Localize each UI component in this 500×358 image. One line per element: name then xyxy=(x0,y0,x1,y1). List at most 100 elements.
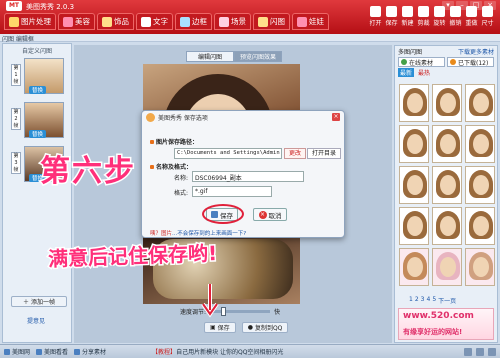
qq-icon: ● xyxy=(247,324,253,331)
frame-item[interactable]: 第2帧 替换 xyxy=(7,100,69,140)
new-button[interactable]: 新建 xyxy=(401,6,414,27)
tab-online-materials[interactable]: 在线素材 xyxy=(398,57,445,67)
material-thumbnail[interactable] xyxy=(399,166,429,204)
disk-icon: ▣ xyxy=(210,324,216,331)
open-button[interactable]: 打开 xyxy=(369,6,382,27)
heart-icon xyxy=(63,16,73,27)
materials-filter: 最新 最热 xyxy=(395,67,497,78)
download-more-link[interactable]: 下载更多素材 xyxy=(458,47,494,56)
next-page-link[interactable]: 下一页 xyxy=(438,296,456,305)
size-button[interactable]: 尺寸 xyxy=(481,6,494,27)
page-link[interactable]: 1 xyxy=(409,296,413,305)
frames-panel-title: 自定义闪图 xyxy=(21,48,52,55)
close-icon[interactable]: × xyxy=(332,113,340,121)
page-link[interactable]: 2 xyxy=(415,296,419,305)
feedback-link[interactable]: 提意见 xyxy=(27,316,45,325)
tab-accessories[interactable]: 饰品 xyxy=(97,13,134,30)
material-thumbnail[interactable] xyxy=(465,166,495,204)
globe-icon xyxy=(401,59,407,65)
app-logo: MT xyxy=(6,1,22,11)
page-link[interactable]: 4 xyxy=(426,296,430,305)
tab-downloaded[interactable]: 已下载(12) xyxy=(447,57,494,67)
dialog-cancel-button[interactable]: × 取消 xyxy=(253,208,287,221)
material-thumbnail[interactable] xyxy=(432,248,462,286)
filter-newest[interactable]: 最新 xyxy=(398,68,415,77)
material-thumbnail[interactable] xyxy=(465,207,495,245)
tab-scene[interactable]: 场景 xyxy=(214,13,251,30)
save-flash-button[interactable]: ▣ 保存 xyxy=(204,322,236,333)
material-thumbnail[interactable] xyxy=(432,84,462,122)
material-thumbnail[interactable] xyxy=(399,248,429,286)
dialog-tip: 咦？图片...不会保存到的上来画面一下? xyxy=(150,231,247,237)
settings-icon[interactable] xyxy=(476,348,484,356)
fullscreen-icon[interactable] xyxy=(488,348,496,356)
status-message[interactable]: 【教程】自己用片新模块 让你的QQ空间相册闪光 xyxy=(152,347,283,356)
replace-button[interactable]: 替换 xyxy=(29,86,47,94)
rotate-button[interactable]: 旋转 xyxy=(433,6,446,27)
view-tabs: 编辑闪图 预览闪图效果 xyxy=(186,51,282,62)
tab-text[interactable]: 文字 xyxy=(136,13,173,30)
tab-edit-flash[interactable]: 编辑闪图 xyxy=(186,51,234,62)
plus-icon: ＋ xyxy=(22,299,29,306)
materials-header: 多图闪图 下载更多素材 xyxy=(395,46,497,57)
bullet-icon xyxy=(150,139,154,144)
undo-button[interactable]: 撤销 xyxy=(449,6,462,27)
title-bar: MT 美图秀秀 2.0.3 ▾ – □ × 图片处理 美容 饰品 文字 边框 场… xyxy=(0,0,500,34)
page-link[interactable]: 3 xyxy=(421,296,425,305)
frame-number: 第1帧 xyxy=(11,64,21,86)
speed-slider-handle[interactable] xyxy=(221,307,227,316)
meitu-viewer-link[interactable]: 美图看看 xyxy=(36,347,68,356)
format-label: 格式: xyxy=(174,190,189,197)
crop-icon xyxy=(418,6,429,17)
name-label: 名称: xyxy=(174,175,189,182)
new-icon xyxy=(402,6,413,17)
tab-flash[interactable]: 闪图 xyxy=(253,13,290,30)
material-thumbnail[interactable] xyxy=(465,84,495,122)
material-thumbnail[interactable] xyxy=(432,125,462,163)
eye-icon xyxy=(36,348,43,355)
material-thumbnail[interactable] xyxy=(432,207,462,245)
ad-url: www.520.com xyxy=(403,311,474,321)
tab-beauty[interactable]: 美容 xyxy=(58,13,95,30)
tab-doll[interactable]: 娃娃 xyxy=(292,13,329,30)
redo-button[interactable]: 重做 xyxy=(465,6,478,27)
share-materials-link[interactable]: 分享素材 xyxy=(74,347,106,356)
scene-icon xyxy=(219,16,229,27)
picture-icon xyxy=(9,16,19,27)
tab-preview-flash[interactable]: 预览闪图效果 xyxy=(234,51,282,62)
page-link[interactable]: 5 xyxy=(432,296,436,305)
change-path-button[interactable]: 更改 xyxy=(284,148,306,159)
save-toolbar-button[interactable]: 保存 xyxy=(385,6,398,27)
ad-banner[interactable]: www.520.com 有缘享好运的网站! xyxy=(398,308,494,340)
material-thumbnail[interactable] xyxy=(399,207,429,245)
material-thumbnail[interactable] xyxy=(465,248,495,286)
file-name-field[interactable]: DSC06994_副本 xyxy=(192,171,304,182)
doll-icon xyxy=(297,16,307,27)
crop-button[interactable]: 剪裁 xyxy=(417,6,430,27)
subbar-label: 闪图 编辑框 xyxy=(2,36,34,43)
filter-hottest[interactable]: 最热 xyxy=(418,68,430,77)
file-format-select[interactable]: *.gif xyxy=(192,186,272,197)
add-frame-button[interactable]: ＋ 添加一帧 xyxy=(11,296,67,307)
help-icon[interactable] xyxy=(464,348,472,356)
material-thumbnail[interactable] xyxy=(465,125,495,163)
materials-tabs: 在线素材 已下载(12) xyxy=(395,57,497,67)
open-directory-button[interactable]: 打开目录 xyxy=(307,148,341,159)
window-title: 美图秀秀 2.0.3 xyxy=(26,3,75,11)
sub-bar: 闪图 编辑框 xyxy=(0,34,500,43)
material-thumbnail[interactable] xyxy=(432,166,462,204)
material-thumbnail[interactable] xyxy=(399,84,429,122)
meitu-site-link[interactable]: 美图网 xyxy=(4,347,30,356)
frame-icon xyxy=(180,16,190,27)
material-thumbnail[interactable] xyxy=(399,125,429,163)
save-path-field[interactable]: C:\Documents and Settings\Admin xyxy=(174,148,282,159)
replace-button[interactable]: 替换 xyxy=(29,130,47,138)
main-tabs: 图片处理 美容 饰品 文字 边框 场景 闪图 娃娃 xyxy=(4,13,329,30)
highlight-circle xyxy=(202,204,244,224)
frame-item[interactable]: 第1帧 替换 xyxy=(7,56,69,96)
dialog-title: 美图秀秀 保存选项 xyxy=(158,115,208,122)
folder-icon xyxy=(370,6,381,17)
tab-image-edit[interactable]: 图片处理 xyxy=(4,13,56,30)
tab-frame[interactable]: 边框 xyxy=(175,13,212,30)
copy-to-qq-button[interactable]: ● 复制到QQ xyxy=(241,322,289,333)
